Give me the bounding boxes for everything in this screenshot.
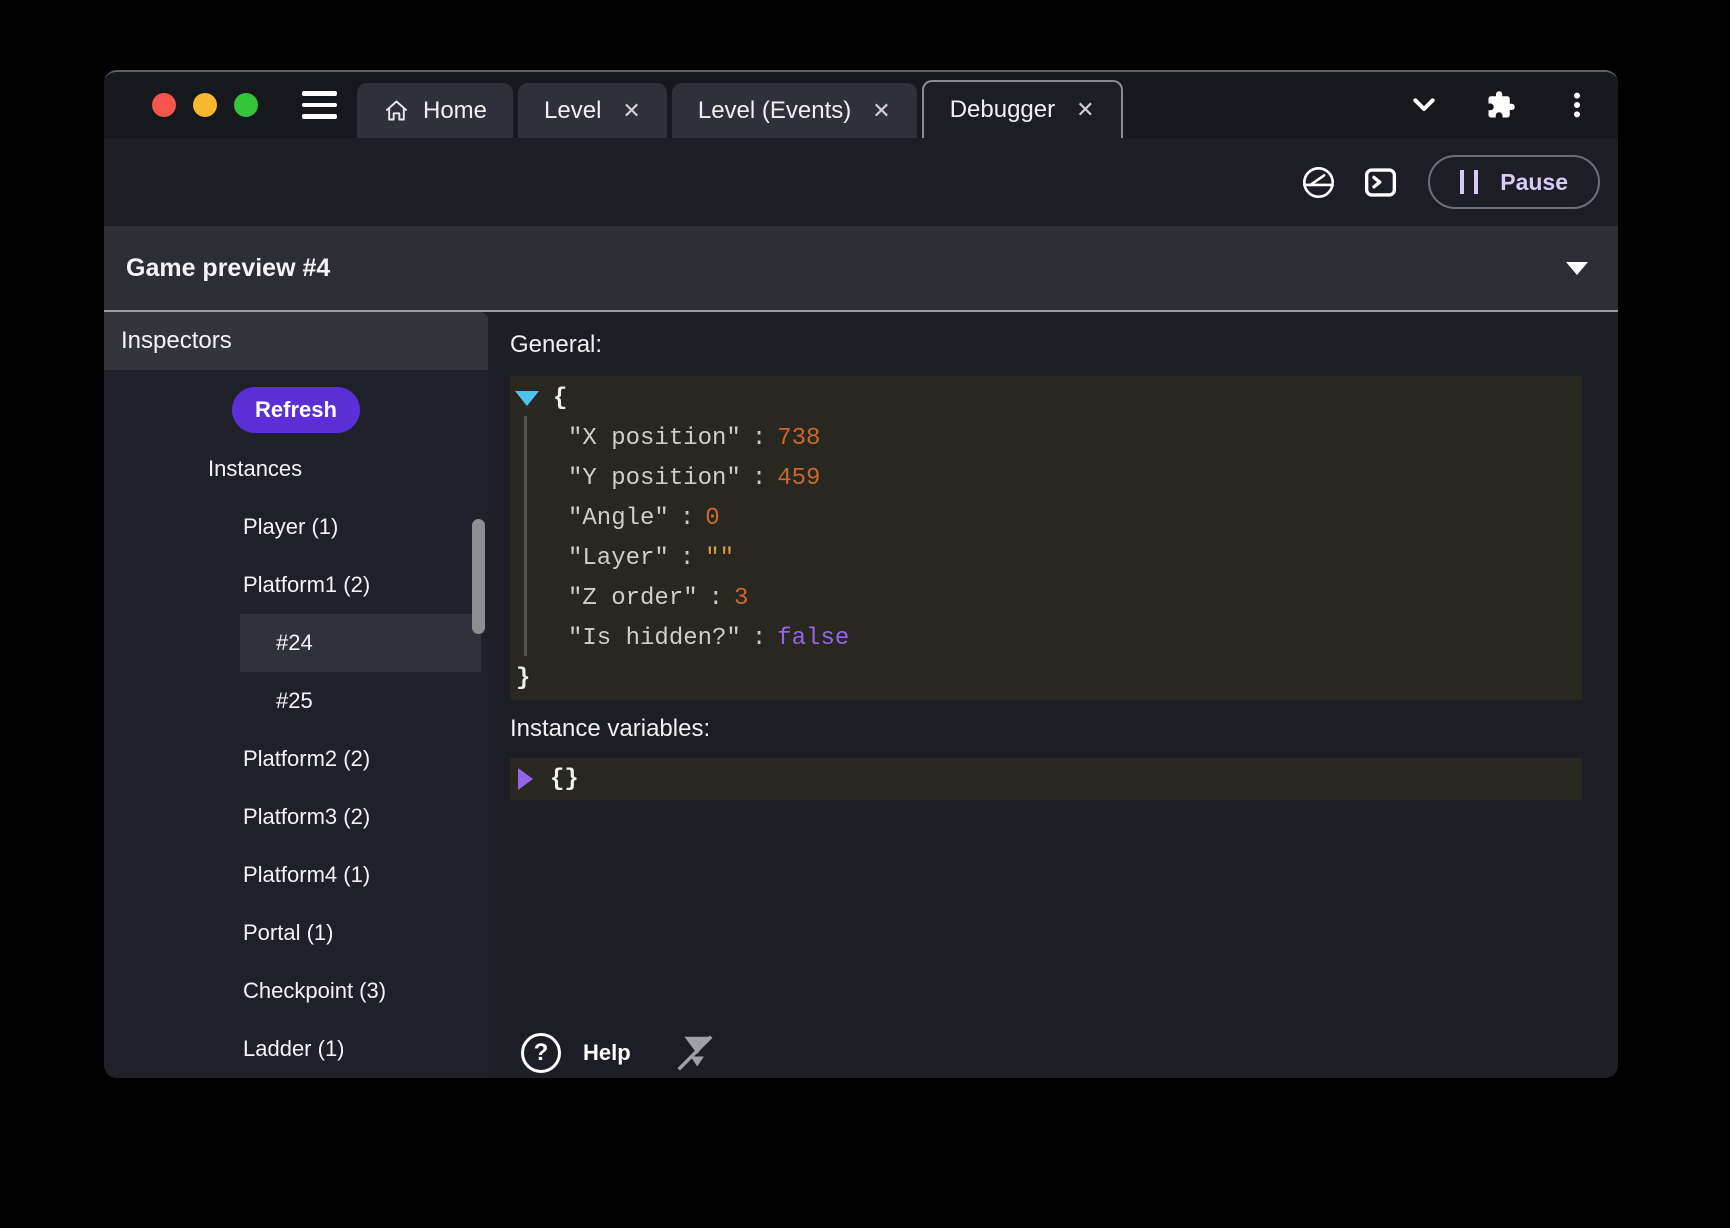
debugger-toolbar: Pause [104,138,1618,226]
console-icon[interactable] [1363,165,1398,200]
pause-label: Pause [1500,169,1568,196]
tree-item-portal[interactable]: Portal (1) [104,904,488,962]
tree-item-platform3[interactable]: Platform3 (2) [104,788,488,846]
debugger-content: Inspectors Refresh Instances Player (1) … [104,312,1618,1078]
property-row: "X position":738 [510,418,1582,458]
tab-label: Level (Events) [698,97,851,125]
dropdown-triangle-icon[interactable] [1566,262,1588,275]
collapse-triangle-icon[interactable] [515,391,539,406]
property-row: "Is hidden?":false [510,618,1582,658]
property-row: "Layer":"" [510,538,1582,578]
tree-item-platform1[interactable]: Platform1 (2) [104,556,488,614]
open-brace: { [553,385,567,412]
minimize-window-button[interactable] [193,93,217,117]
instance-variables-label: Instance variables: [510,714,1582,744]
tab-label: Level [544,97,601,125]
close-tab-icon[interactable]: ✕ [1076,97,1094,123]
property-row: "Y position":459 [510,458,1582,498]
instance-inspector: General: { "X position":738 "Y position"… [488,312,1618,1078]
kebab-menu-icon[interactable] [1562,90,1592,120]
tree-item-instance-25[interactable]: #25 [104,672,488,730]
tree-item-checkpoint[interactable]: Checkpoint (3) [104,962,488,1020]
close-brace: } [516,665,530,692]
sidebar-header: Inspectors [104,312,488,370]
general-label: General: [510,330,1582,360]
zoom-window-button[interactable] [234,93,258,117]
close-tab-icon[interactable]: ✕ [872,98,890,124]
main-menu-icon[interactable] [302,91,337,119]
general-properties-panel: { "X position":738 "Y position":459 "Ang… [510,376,1582,700]
expand-triangle-icon[interactable] [518,768,533,790]
close-window-button[interactable] [152,93,176,117]
tab-level[interactable]: Level ✕ [518,83,667,138]
tab-label: Home [423,97,487,125]
help-icon[interactable]: ? [521,1033,561,1073]
instance-variables-panel: {} [510,758,1582,800]
footer: ? Help [521,1030,717,1076]
game-preview-title: Game preview #4 [126,254,330,283]
help-label: Help [583,1040,631,1066]
extensions-puzzle-icon[interactable] [1486,90,1516,120]
tab-bar-actions [1408,89,1592,121]
tab-bar: Home Level ✕ Level (Events) ✕ Debugger ✕ [104,72,1618,138]
tab-debugger[interactable]: Debugger ✕ [922,80,1123,138]
home-icon [383,97,410,124]
debugger-window: Home Level ✕ Level (Events) ✕ Debugger ✕ [104,70,1618,1078]
empty-object: {} [550,766,579,793]
profiler-gauge-icon[interactable] [1300,164,1337,201]
instances-tree: Instances Player (1) Platform1 (2) #24 #… [104,440,488,1078]
close-tab-icon[interactable]: ✕ [622,98,640,124]
tree-item-ladder[interactable]: Ladder (1) [104,1020,488,1078]
tab-label: Debugger [950,96,1055,124]
tree-item-instances[interactable]: Instances [104,440,488,498]
indent-guide [524,416,527,656]
tab-home[interactable]: Home [357,83,513,138]
property-row: "Angle":0 [510,498,1582,538]
chevron-down-icon[interactable] [1408,89,1440,121]
tree-item-platform4[interactable]: Platform4 (1) [104,846,488,904]
pause-button[interactable]: Pause [1428,155,1600,209]
profiler-off-icon[interactable] [671,1030,717,1076]
tree-item-player[interactable]: Player (1) [104,498,488,556]
inspectors-sidebar: Inspectors Refresh Instances Player (1) … [104,312,488,1078]
property-row: "Z order":3 [510,578,1582,618]
tree-item-platform2[interactable]: Platform2 (2) [104,730,488,788]
sidebar-scrollbar[interactable] [472,519,485,634]
game-preview-header[interactable]: Game preview #4 [104,226,1618,312]
tab-level-events[interactable]: Level (Events) ✕ [672,83,917,138]
traffic-lights [152,93,258,117]
tabs: Home Level ✕ Level (Events) ✕ Debugger ✕ [357,72,1123,138]
tree-item-instance-24[interactable]: #24 [240,614,481,672]
pause-icon [1460,170,1478,194]
refresh-button[interactable]: Refresh [232,387,360,433]
